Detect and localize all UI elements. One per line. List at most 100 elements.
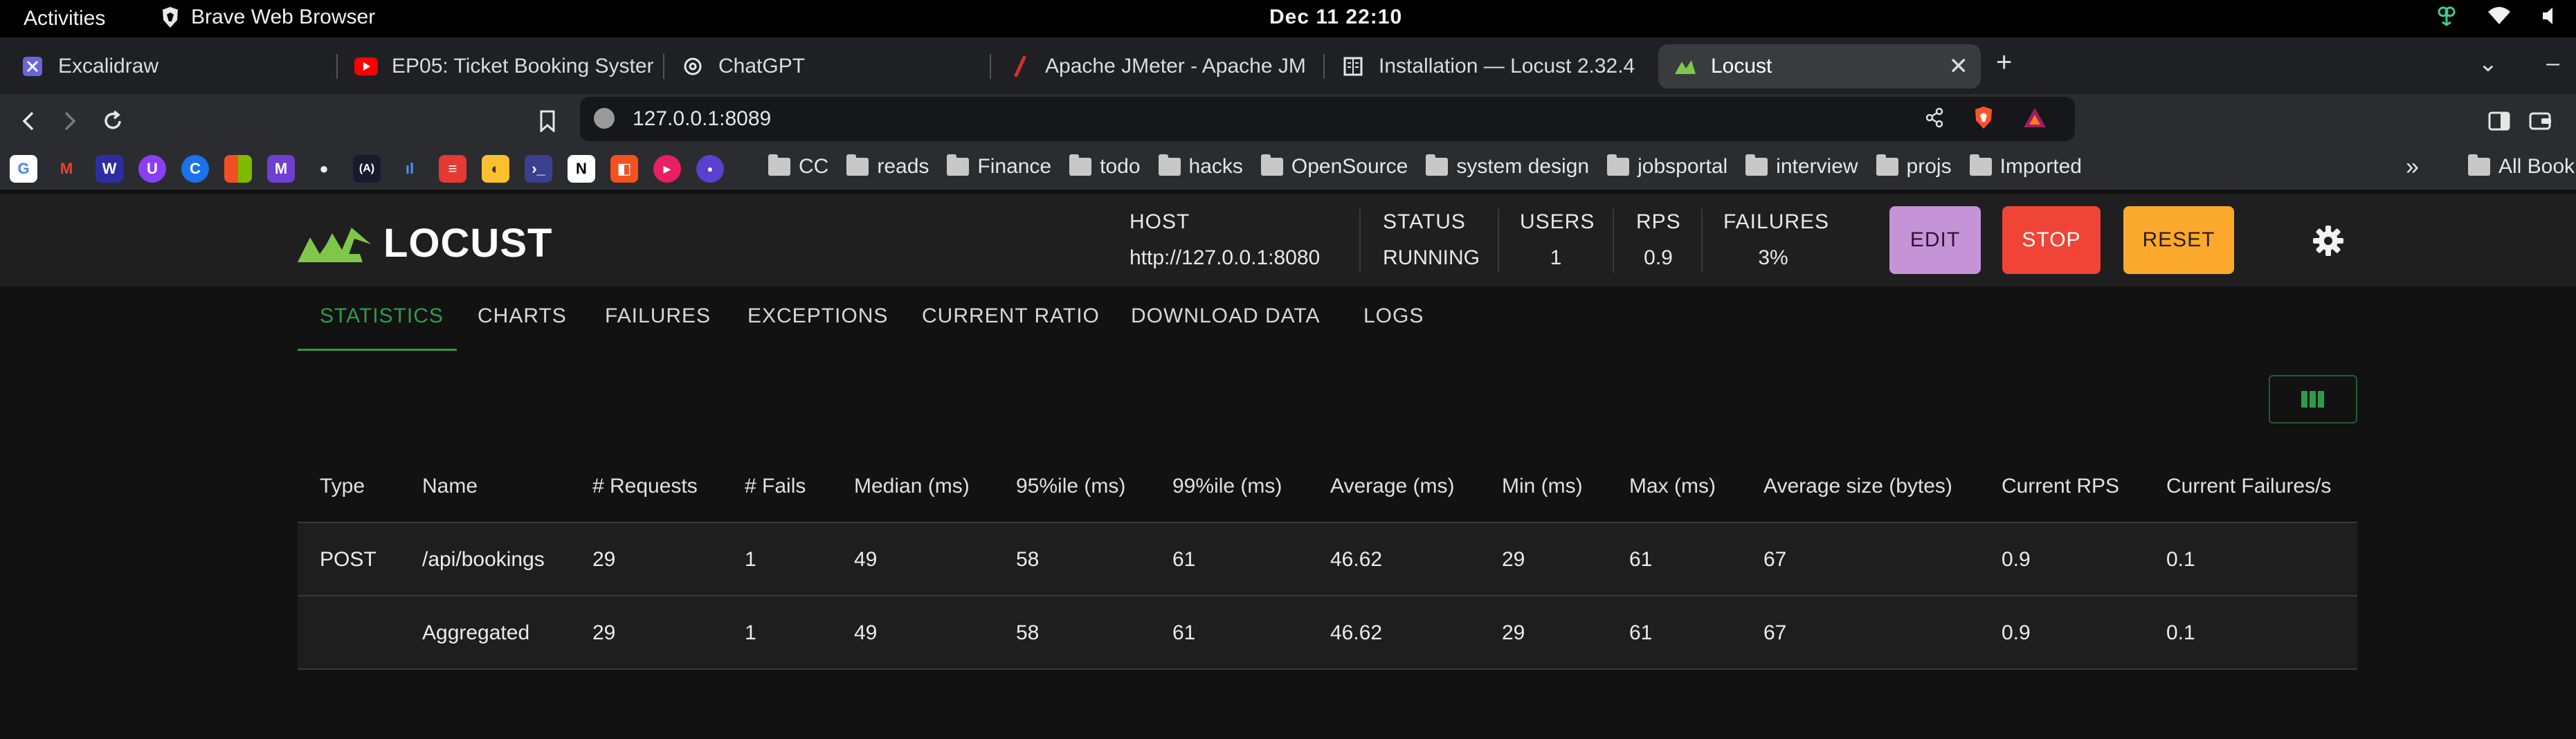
locust-header: LOCUST HOST http://127.0.0.1:8080 STATUS… <box>0 194 2576 286</box>
locust-logo[interactable]: LOCUST <box>296 220 552 266</box>
tab-statistics[interactable]: STATISTICS <box>320 304 444 328</box>
bookmark-site-icon[interactable]: ıl <box>396 155 424 183</box>
activities-button[interactable]: Activities <box>24 7 105 30</box>
bookmark-folder-projs[interactable]: projs <box>1876 154 1952 179</box>
bookmark-site-icon[interactable]: W <box>96 155 123 183</box>
all-bookmarks-folder[interactable]: All Bookmarks <box>2468 154 2576 179</box>
close-tab-icon[interactable]: ✕ <box>1949 53 1969 80</box>
column-header-99-percentile[interactable]: 99%ile (ms) <box>1172 475 1282 498</box>
tab-locust[interactable]: Locust ✕ <box>1658 44 1981 89</box>
tab-failures[interactable]: FAILURES <box>605 304 711 328</box>
column-header-min[interactable]: Min (ms) <box>1502 475 1583 498</box>
bookmark-folder-opensource[interactable]: OpenSource <box>1260 154 1408 179</box>
bookmark-folder-system-design[interactable]: system design <box>1426 154 1589 179</box>
bookmark-site-icon[interactable]: ◧ <box>610 155 638 183</box>
column-header-fails[interactable]: # Fails <box>745 475 806 498</box>
reload-button[interactable] <box>96 104 130 138</box>
site-info-icon[interactable] <box>594 108 615 129</box>
tab-exceptions[interactable]: EXCEPTIONS <box>747 304 888 328</box>
back-button[interactable] <box>11 104 46 138</box>
tab-title: EP05: Ticket Booking Syster <box>392 55 654 77</box>
system-tray[interactable] <box>2436 6 2555 26</box>
tab-search-icon[interactable]: ⌄ <box>2478 50 2498 77</box>
bookmark-site-icon[interactable]: ◐ <box>482 155 509 183</box>
app-menu[interactable]: Brave Web Browser <box>161 6 375 29</box>
gmail-icon[interactable]: M <box>53 155 80 183</box>
bookmark-site-icon[interactable]: ›_ <box>525 155 552 183</box>
column-header-median[interactable]: Median (ms) <box>854 475 970 498</box>
bookmark-folder-cc[interactable]: CC <box>768 154 828 179</box>
bookmark-folder-todo[interactable]: todo <box>1069 154 1141 179</box>
share-icon[interactable] <box>1924 107 1945 128</box>
bookmark-site-icon[interactable]: C <box>181 155 209 183</box>
bookmark-folder-interview[interactable]: interview <box>1745 154 1858 179</box>
tab-chatgpt[interactable]: ChatGPT <box>666 44 991 89</box>
bookmark-page-icon[interactable] <box>530 104 565 138</box>
github-icon[interactable]: ● <box>310 155 338 183</box>
google-icon[interactable]: G <box>10 155 37 183</box>
address-bar[interactable]: 127.0.0.1:8089 <box>580 97 2075 141</box>
reset-button[interactable]: RESET <box>2123 206 2234 274</box>
column-header-average[interactable]: Average (ms) <box>1330 475 1455 498</box>
bookmark-site-icon[interactable]: ● <box>696 155 724 183</box>
app-name: Brave Web Browser <box>191 6 376 28</box>
more-bookmarks-button[interactable]: » <box>2406 154 2419 181</box>
users-label: USERS <box>1520 210 1595 233</box>
bookmark-site-icon[interactable]: M <box>267 155 295 183</box>
new-tab-button[interactable]: + <box>1996 47 2012 78</box>
column-header-current-failures[interactable]: Current Failures/s <box>2166 475 2331 498</box>
folder-icon <box>1158 154 1181 176</box>
stop-button[interactable]: STOP <box>2002 206 2101 274</box>
brave-shields-icon[interactable] <box>1972 105 1995 130</box>
clock[interactable]: Dec 11 22:10 <box>1269 6 1402 29</box>
folder-icon <box>1876 154 1898 176</box>
column-header-requests[interactable]: # Requests <box>592 475 698 498</box>
folder-icon <box>947 154 970 176</box>
bookmark-folder-reads[interactable]: reads <box>846 154 929 179</box>
bookmark-site-icon[interactable]: ▸ <box>653 155 681 183</box>
bookmark-folder-hacks[interactable]: hacks <box>1158 154 1243 179</box>
accessibility-icon[interactable] <box>2436 6 2457 26</box>
tab-excalidraw[interactable]: Excalidraw <box>6 44 338 89</box>
volume-icon[interactable] <box>2541 6 2555 26</box>
column-header-type[interactable]: Type <box>320 475 365 498</box>
users-stat: USERS 1 <box>1520 210 1595 270</box>
microsoft-icon[interactable] <box>224 155 252 183</box>
bookmark-site-icon[interactable]: (A) <box>353 155 381 183</box>
divider <box>1613 209 1614 273</box>
tab-jmeter[interactable]: Apache JMeter - Apache JM <box>992 44 1325 89</box>
column-header-average-size[interactable]: Average size (bytes) <box>1763 475 1952 498</box>
column-header-name[interactable]: Name <box>422 475 478 498</box>
folder-icon <box>2468 154 2490 176</box>
column-header-current-rps[interactable]: Current RPS <box>2002 475 2119 498</box>
settings-gear-icon[interactable] <box>2312 224 2345 257</box>
tab-download-data[interactable]: DOWNLOAD DATA <box>1131 304 1321 328</box>
minimize-icon[interactable]: – <box>2546 50 2559 77</box>
forward-button[interactable] <box>53 104 87 138</box>
bookmark-folder-imported[interactable]: Imported <box>1969 154 2082 179</box>
column-header-95-percentile[interactable]: 95%ile (ms) <box>1016 475 1125 498</box>
divider <box>1701 209 1703 273</box>
column-header-max[interactable]: Max (ms) <box>1629 475 1716 498</box>
wifi-icon[interactable] <box>2487 6 2511 26</box>
url-text[interactable]: 127.0.0.1:8089 <box>633 107 771 131</box>
bookmark-folder-jobsportal[interactable]: jobsportal <box>1607 154 1727 179</box>
divider <box>1359 209 1361 273</box>
tab-logs[interactable]: LOGS <box>1363 304 1424 328</box>
brave-rewards-icon[interactable] <box>2022 107 2047 129</box>
tab-current-ratio[interactable]: CURRENT RATIO <box>922 304 1100 328</box>
edit-button[interactable]: EDIT <box>1889 206 1981 274</box>
cell-95-percentile: 58 <box>1016 621 1040 644</box>
sidebar-icon[interactable] <box>2482 104 2516 138</box>
tab-locust-docs[interactable]: Installation — Locust 2.32.4 <box>1326 44 1658 89</box>
folder-icon <box>1426 154 1449 176</box>
excalidraw-icon <box>21 55 44 78</box>
tab-youtube[interactable]: EP05: Ticket Booking Syster <box>339 44 664 89</box>
tab-charts[interactable]: CHARTS <box>478 304 567 328</box>
wallet-icon[interactable] <box>2523 104 2558 138</box>
bookmark-site-icon[interactable]: U <box>138 155 166 183</box>
notion-icon[interactable]: N <box>568 155 595 183</box>
bookmark-site-icon[interactable]: ≡ <box>439 155 466 183</box>
bookmark-folder-finance[interactable]: Finance <box>947 154 1051 179</box>
column-selector-button[interactable] <box>2269 375 2357 423</box>
